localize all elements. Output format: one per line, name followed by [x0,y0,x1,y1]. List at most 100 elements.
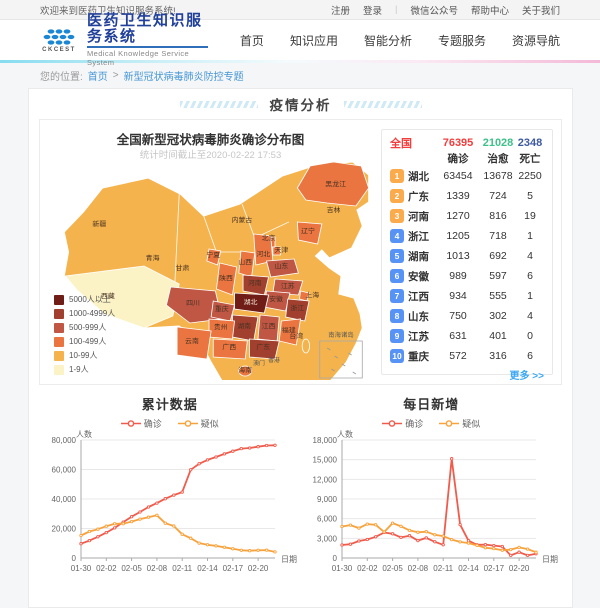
table-rows: 1湖北634541367822502广东133972453河南127081619… [390,166,544,366]
province-shape-台湾[interactable] [302,339,309,353]
rank-badge: 7 [390,289,404,303]
table-row-湖南[interactable]: 5湖南10136924 [390,246,544,266]
cell-cured: 718 [480,230,516,242]
chart-legend-item-确诊[interactable]: 确诊 [121,417,162,430]
cumulative-chart-legend: 确诊 疑似 [121,417,219,430]
province-label-浙江[interactable]: 浙江 [290,303,304,312]
province-label-湖北[interactable]: 湖北 [244,297,258,306]
topbar-link-帮助中心[interactable]: 帮助中心 [471,3,509,17]
province-label-河南[interactable]: 河南 [248,278,262,287]
province-label-北京[interactable]: 北京 [262,233,276,242]
rank-badge: 8 [390,309,404,323]
svg-text:3,000: 3,000 [317,534,338,543]
cell-confirmed: 572 [436,350,480,362]
province-label-上海[interactable]: 上海 [305,290,319,299]
svg-text:02-05: 02-05 [121,564,142,573]
province-label-青海[interactable]: 青海 [146,253,160,262]
cumulative-line-chart[interactable]: 020,00040,00060,00080,00001-3002-0202-05… [41,430,299,580]
province-name: 山东 [408,309,429,324]
province-label-甘肃[interactable]: 甘肃 [175,263,189,272]
inset-label: 南海诸岛 [328,331,354,339]
cell-dead: 1 [516,290,544,302]
chart-legend-item-确诊[interactable]: 确诊 [382,417,423,430]
province-label-四川[interactable]: 四川 [186,299,200,307]
nav-item-知识应用[interactable]: 知识应用 [290,32,338,49]
province-label-台湾[interactable]: 台湾 [289,331,303,340]
table-row-河南[interactable]: 3河南127081619 [390,206,544,226]
province-label-陕西[interactable]: 陕西 [219,273,233,282]
province-label-贵州[interactable]: 贵州 [214,322,228,331]
national-confirmed: 76395 [436,137,480,149]
site-logo[interactable]: CKCEST [40,28,78,53]
legend-label: 100-499人 [69,336,106,347]
cell-dead: 19 [516,210,544,222]
province-label-海南[interactable]: 海南 [238,365,252,374]
province-label-江西[interactable]: 江西 [262,322,276,330]
cell-cured: 816 [480,210,516,222]
cell-dead: 4 [516,310,544,322]
table-row-江苏[interactable]: 9江苏6314010 [390,326,544,346]
cell-cured: 401 [480,330,516,342]
breadcrumb-prefix: 您的位置: [40,68,83,83]
svg-text:日期: 日期 [542,555,558,564]
legend-item: 1000-4999人 [54,308,115,319]
legend-swatch [54,365,64,375]
nav-item-资源导航[interactable]: 资源导航 [512,32,560,49]
province-label-新疆[interactable]: 新疆 [92,219,106,228]
table-row-浙江[interactable]: 4浙江12057181 [390,226,544,246]
table-row-重庆[interactable]: 10重庆5723166 [390,346,544,366]
col-cured: 治愈 [480,151,516,166]
breadcrumb-home-link[interactable]: 首页 [88,68,108,83]
svg-text:6,000: 6,000 [317,515,338,524]
province-label-内蒙古[interactable]: 内蒙古 [232,215,253,224]
province-label-黑龙江[interactable]: 黑龙江 [325,179,346,188]
legend-series-label: 确诊 [144,417,162,430]
province-label-山东[interactable]: 山东 [274,261,288,270]
province-label-广东[interactable]: 广东 [256,342,270,351]
province-label-河北[interactable]: 河北 [256,250,270,258]
province-label-江苏[interactable]: 江苏 [281,281,295,290]
cell-confirmed: 63454 [436,170,480,182]
topbar-link-登录[interactable]: 登录 [363,3,382,17]
nav-item-首页[interactable]: 首页 [240,32,264,49]
province-label-安徽[interactable]: 安徽 [269,294,283,303]
table-row-广东[interactable]: 2广东13397245 [390,186,544,206]
cell-cured: 302 [480,310,516,322]
rank-badge: 5 [390,249,404,263]
chart-legend-item-疑似[interactable]: 疑似 [439,417,480,430]
brand-block: 医药卫生知识服务系统 Medical Knowledge Service Sys… [87,13,208,67]
province-label-吉林[interactable]: 吉林 [327,205,341,214]
topbar-link-关于我们[interactable]: 关于我们 [522,3,560,17]
nav-item-智能分析[interactable]: 智能分析 [364,32,412,49]
province-label-宁夏[interactable]: 宁夏 [206,250,220,259]
legend-line-icon [439,419,459,428]
table-row-湖北[interactable]: 1湖北63454136782250 [390,166,544,186]
table-row-江西[interactable]: 7江西9345551 [390,286,544,306]
daily-line-chart[interactable]: 03,0006,0009,00012,00015,00018,00001-300… [302,430,560,580]
table-row-山东[interactable]: 8 山东 7503024 [390,306,544,326]
province-label-湖南[interactable]: 湖南 [237,321,251,330]
cell-cured: 724 [480,190,516,202]
more-link[interactable]: 更多 >> [390,367,544,382]
breadcrumb-current-link[interactable]: 新型冠状病毒肺炎防控专题 [124,68,244,83]
map-label-香港: 香港 [268,356,280,364]
province-label-重庆[interactable]: 重庆 [215,304,229,313]
table-row-安徽[interactable]: 6安徽9895976 [390,266,544,286]
site-title: 医药卫生知识服务系统 [87,13,208,45]
province-name: 江苏 [408,329,429,344]
topbar-link-微信公众号[interactable]: 微信公众号 [410,3,458,17]
province-label-山西[interactable]: 山西 [238,257,252,266]
province-label-广西[interactable]: 广西 [222,342,236,351]
cell-confirmed: 750 [436,310,480,322]
province-label-天津[interactable]: 天津 [274,246,288,254]
legend-swatch [54,337,64,347]
topbar-link-注册[interactable]: 注册 [331,3,350,17]
svg-text:0: 0 [71,554,76,563]
province-label-云南[interactable]: 云南 [185,336,199,345]
province-label-辽宁[interactable]: 辽宁 [301,226,315,235]
national-label: 全国 [390,135,436,151]
cell-confirmed: 1205 [436,230,480,242]
nav-item-专题服务[interactable]: 专题服务 [438,32,486,49]
col-confirmed: 确诊 [436,151,480,166]
chart-legend-item-疑似[interactable]: 疑似 [178,417,219,430]
